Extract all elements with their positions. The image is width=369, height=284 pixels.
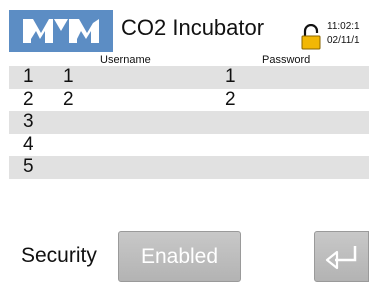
enter-return-icon — [325, 246, 357, 270]
table-row[interactable]: 3 — [9, 111, 369, 134]
time-text: 11:02:1 — [327, 21, 360, 32]
password-column-header: Password — [262, 54, 311, 66]
date-text: 02/11/1 — [327, 35, 360, 46]
password-cell[interactable]: 2 — [225, 89, 236, 111]
table-row[interactable]: 1 1 1 — [9, 66, 369, 89]
security-enabled-button[interactable]: Enabled — [118, 231, 241, 282]
datetime-display: 11:02:1 02/11/1 — [327, 20, 360, 48]
row-number: 3 — [23, 111, 34, 133]
header-bar: CO2 Incubator 11:02:1 02/11/1 — [9, 10, 369, 52]
lock-open-icon[interactable] — [300, 24, 322, 50]
row-number: 2 — [23, 88, 34, 110]
row-number: 4 — [23, 133, 34, 155]
page-title: CO2 Incubator — [121, 15, 265, 40]
table-row[interactable]: 4 — [9, 134, 369, 157]
mm-logo-icon — [9, 10, 113, 52]
enter-button[interactable] — [314, 231, 369, 282]
security-label: Security — [21, 244, 97, 267]
password-cell[interactable]: 1 — [225, 66, 236, 88]
incubator-security-screen: CO2 Incubator 11:02:1 02/11/1 Username P… — [0, 0, 369, 284]
username-column-header: Username — [100, 54, 151, 66]
username-cell[interactable]: 1 — [63, 66, 74, 88]
row-number: 5 — [23, 156, 34, 178]
user-table: 1 1 1 2 2 2 3 4 5 — [9, 66, 369, 179]
username-cell[interactable]: 2 — [63, 89, 74, 111]
table-row[interactable]: 2 2 2 — [9, 89, 369, 112]
table-row[interactable]: 5 — [9, 156, 369, 179]
row-number: 1 — [23, 66, 34, 87]
